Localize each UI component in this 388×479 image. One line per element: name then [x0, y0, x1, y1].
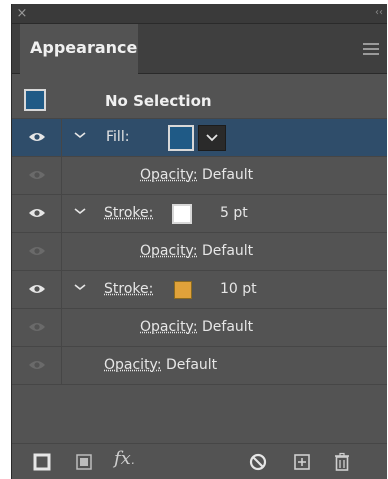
collapse-panel-button[interactable]: ‹‹ [375, 4, 383, 24]
panel-footer-toolbar: fx. [12, 443, 387, 479]
fill-opacity-row[interactable]: Opacity: Default [12, 156, 387, 194]
stroke-swatch[interactable] [172, 204, 192, 224]
stroke-link[interactable]: Stroke: [104, 281, 153, 297]
opacity-value: Default [202, 167, 254, 183]
opacity-link[interactable]: Opacity: [140, 243, 198, 259]
eye-icon [29, 247, 45, 255]
eye-icon [29, 209, 45, 217]
chevron-down-icon[interactable] [73, 130, 87, 140]
visibility-toggle[interactable] [12, 233, 62, 270]
opacity-text: Opacity: Default [140, 309, 253, 346]
tab-appearance[interactable]: Appearance [20, 24, 138, 74]
eye-icon [29, 361, 45, 369]
stroke-link[interactable]: Stroke: [104, 205, 153, 221]
object-opacity-row[interactable]: Opacity: Default [12, 346, 387, 385]
opacity-text: Opacity: Default [140, 157, 253, 194]
panel-tab-strip: Appearance [12, 24, 387, 74]
visibility-toggle[interactable] [12, 119, 62, 156]
appearance-panel: × ‹‹ Appearance No Selection Fill: Opaci… [11, 4, 387, 479]
opacity-text: Opacity: Default [140, 233, 253, 270]
visibility-toggle[interactable] [12, 347, 62, 384]
visibility-toggle[interactable] [12, 309, 62, 346]
opacity-link[interactable]: Opacity: [140, 167, 198, 183]
chevron-down-icon[interactable] [73, 282, 87, 292]
selection-header: No Selection [12, 84, 387, 118]
stroke-row[interactable]: Stroke: 10 pt [12, 270, 387, 308]
chevron-down-icon[interactable] [73, 206, 87, 216]
add-new-stroke-icon[interactable] [32, 452, 52, 472]
eye-icon [29, 323, 45, 331]
eye-icon [29, 285, 45, 293]
visibility-toggle[interactable] [12, 157, 62, 194]
stroke-swatch[interactable] [174, 281, 192, 299]
fill-swatch[interactable] [168, 125, 194, 151]
eye-icon [29, 133, 45, 141]
opacity-link[interactable]: Opacity: [104, 357, 162, 373]
opacity-text: Opacity: Default [104, 347, 217, 384]
close-panel-button[interactable]: × [12, 4, 32, 24]
chevron-down-icon [206, 134, 218, 142]
visibility-toggle[interactable] [12, 271, 62, 308]
stroke-opacity-row[interactable]: Opacity: Default [12, 232, 387, 270]
stroke-row[interactable]: Stroke: 5 pt [12, 194, 387, 232]
stroke-weight[interactable]: 10 pt [220, 271, 257, 308]
opacity-value: Default [202, 319, 254, 335]
selection-thumbnail [24, 89, 46, 111]
fx-dot: . [130, 453, 135, 467]
stroke-opacity-row[interactable]: Opacity: Default [12, 308, 387, 346]
fill-row[interactable]: Fill: [12, 118, 387, 156]
fill-label[interactable]: Fill: [106, 119, 129, 156]
fill-swatch-dropdown[interactable] [198, 125, 226, 151]
visibility-toggle[interactable] [12, 195, 62, 232]
stroke-label-wrap: Stroke: [104, 195, 153, 232]
clear-appearance-icon[interactable] [248, 452, 268, 472]
duplicate-item-icon[interactable] [292, 452, 312, 472]
selection-title: No Selection [105, 92, 212, 110]
eye-icon [29, 171, 45, 179]
panel-menu-icon[interactable] [363, 43, 379, 55]
add-new-fill-icon[interactable] [74, 452, 94, 472]
stroke-weight[interactable]: 5 pt [220, 195, 248, 232]
opacity-link[interactable]: Opacity: [140, 319, 198, 335]
panel-title-bar: × ‹‹ [12, 4, 387, 24]
stroke-label-wrap: Stroke: [104, 271, 153, 308]
fx-label: fx [114, 448, 131, 469]
add-new-effect-icon[interactable]: fx. [114, 448, 135, 469]
opacity-value: Default [166, 357, 218, 373]
delete-item-icon[interactable] [332, 452, 352, 472]
opacity-value: Default [202, 243, 254, 259]
